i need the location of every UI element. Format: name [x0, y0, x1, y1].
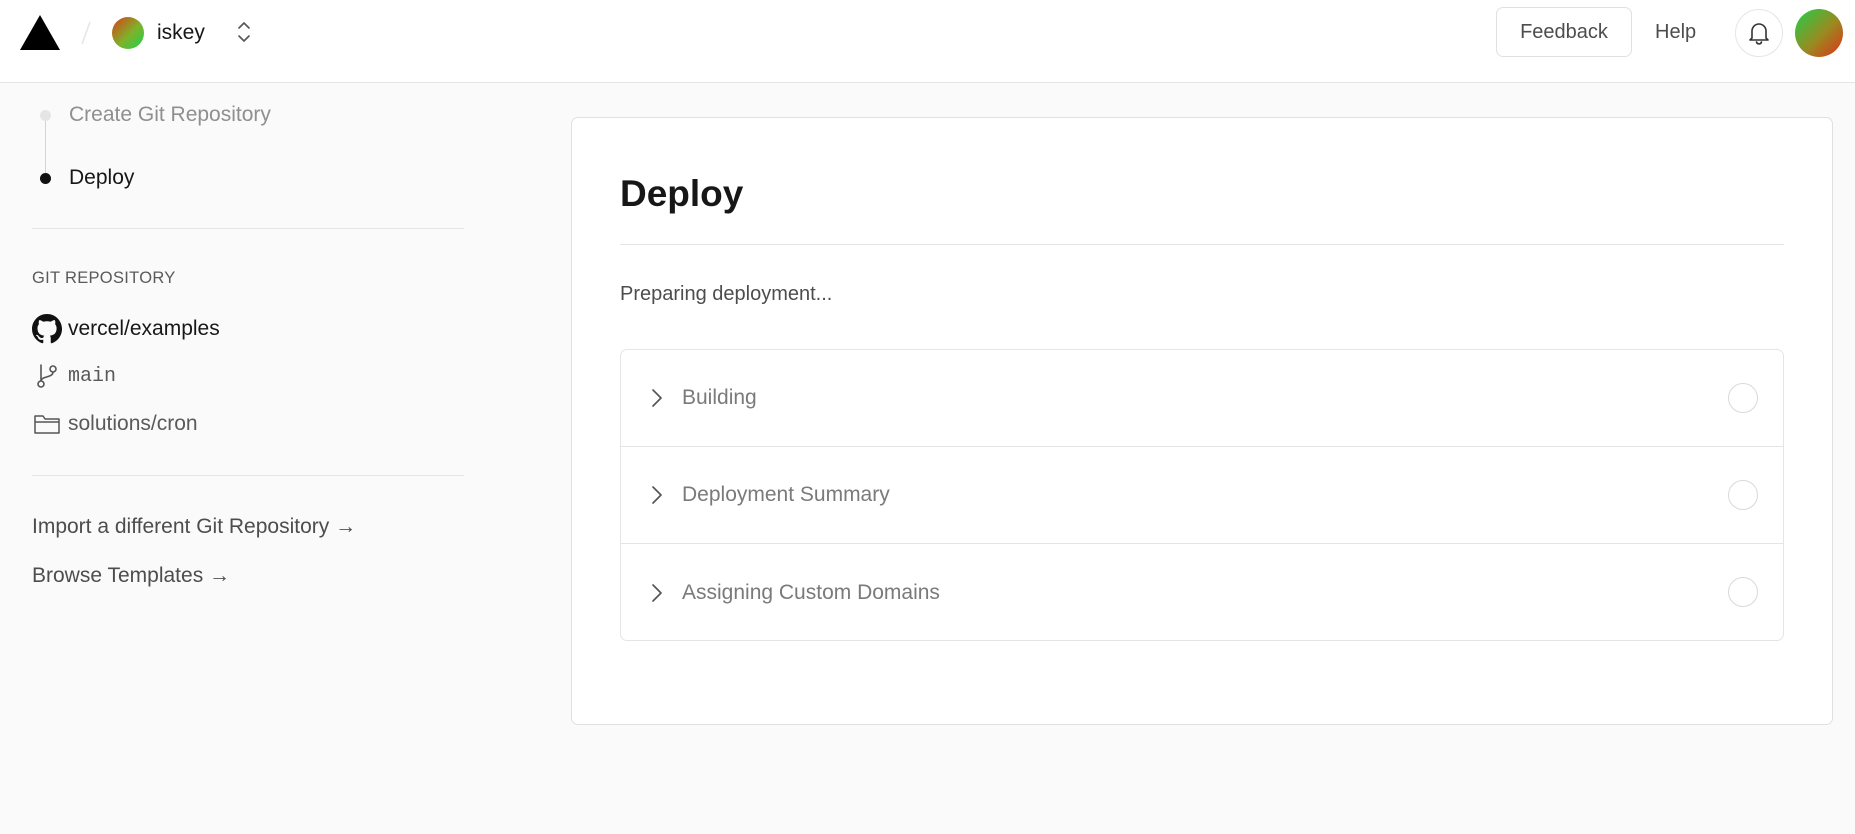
chevron-right-icon [647, 583, 667, 603]
pending-status-icon [1728, 577, 1758, 607]
sidebar-divider [32, 475, 464, 476]
step-create-git-repository: Create Git Repository [40, 100, 271, 130]
chevron-right-icon [647, 485, 667, 505]
accordion-building[interactable]: Building [621, 350, 1783, 447]
step-label: Create Git Repository [69, 103, 271, 126]
git-repository-heading: GIT REPOSITORY [32, 269, 176, 287]
github-icon [32, 314, 62, 344]
help-link[interactable]: Help [1655, 17, 1696, 47]
chevron-up-down-icon[interactable] [234, 16, 254, 48]
page-title: Deploy [620, 173, 744, 214]
deploy-card: Deploy Preparing deployment... Building … [571, 117, 1833, 725]
deployment-steps-panel: Building Deployment Summary Assigning Cu… [620, 349, 1784, 641]
pending-status-icon [1728, 383, 1758, 413]
top-navbar: iskey Feedback Help [0, 0, 1855, 83]
accordion-label: Building [682, 386, 757, 409]
notifications-button[interactable] [1735, 9, 1783, 57]
accordion-assigning-custom-domains[interactable]: Assigning Custom Domains [621, 544, 1783, 640]
chevron-right-icon [647, 388, 667, 408]
browse-templates-link[interactable]: Browse Templates → [32, 564, 230, 588]
step-deploy: Deploy [40, 163, 134, 193]
import-different-repo-link[interactable]: Import a different Git Repository → [32, 515, 356, 539]
accordion-label: Assigning Custom Domains [682, 580, 940, 604]
repo-row[interactable]: vercel/examples [32, 313, 220, 345]
repo-name[interactable]: vercel/examples [68, 317, 220, 341]
accordion-deployment-summary[interactable]: Deployment Summary [621, 447, 1783, 544]
step-label: Deploy [69, 166, 135, 189]
user-avatar[interactable] [1795, 9, 1843, 57]
team-name[interactable]: iskey [157, 18, 205, 48]
directory-row: solutions/cron [32, 408, 198, 440]
sidebar-divider [32, 228, 464, 229]
branch-row: main [32, 360, 116, 392]
vercel-logo-icon[interactable] [20, 15, 60, 50]
feedback-button[interactable]: Feedback [1496, 7, 1632, 57]
pending-status-icon [1728, 480, 1758, 510]
separator-slash-icon [81, 21, 91, 45]
folder-icon [32, 409, 62, 439]
card-divider [620, 244, 1784, 245]
step-dot [40, 109, 51, 121]
root-directory: solutions/cron [68, 412, 198, 435]
deployment-status-text: Preparing deployment... [620, 283, 833, 305]
git-branch-icon [32, 361, 62, 391]
step-dot-active [40, 172, 51, 184]
team-avatar[interactable] [112, 17, 144, 49]
bell-icon [1749, 23, 1769, 45]
branch-name: main [68, 364, 117, 388]
accordion-label: Deployment Summary [682, 483, 890, 506]
